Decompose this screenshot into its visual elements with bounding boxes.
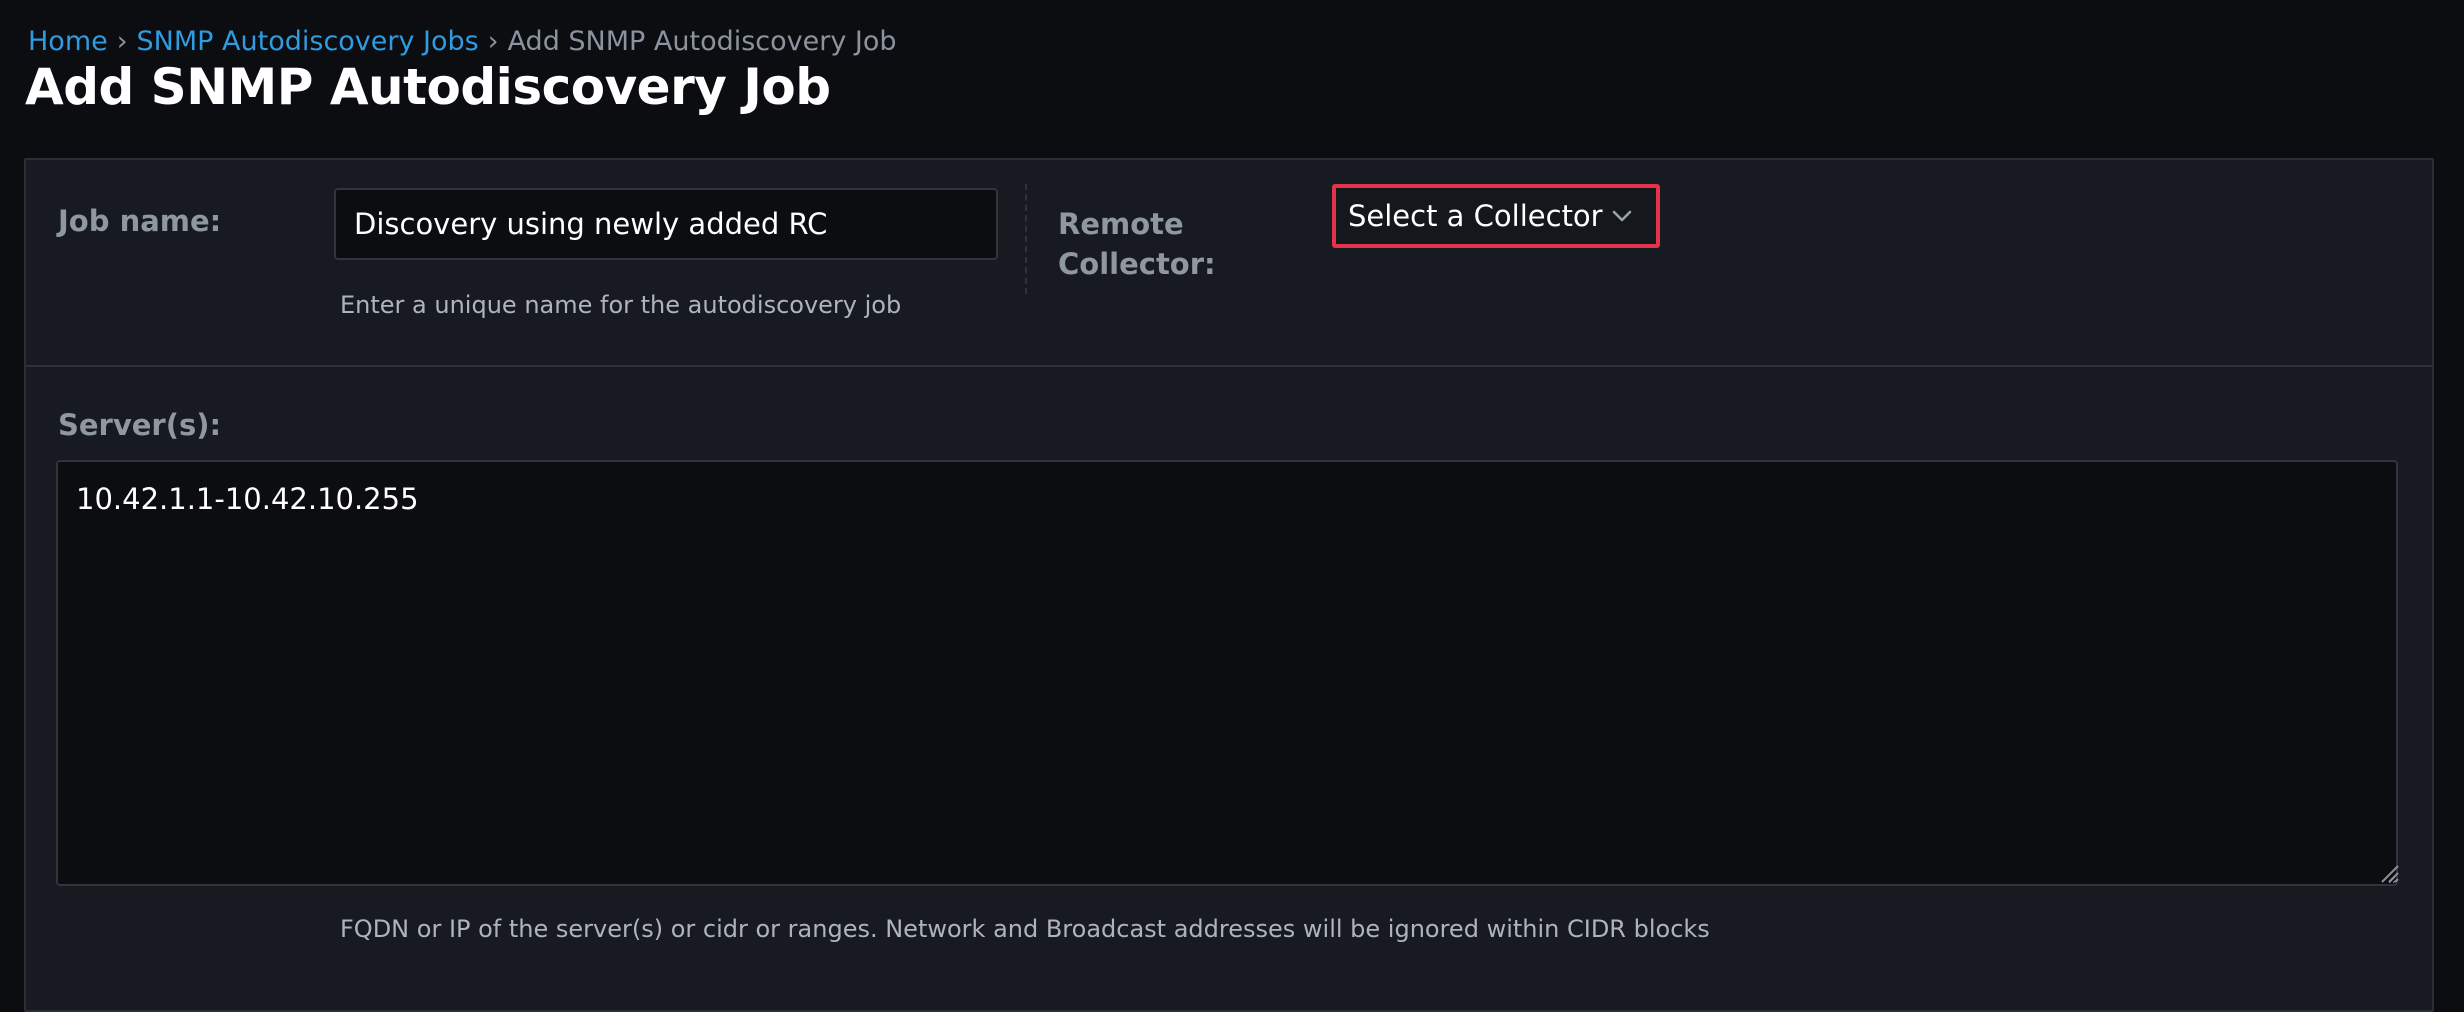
job-name-label: Job name: xyxy=(58,204,222,238)
remote-collector-label: Remote Collector: xyxy=(1058,207,1216,281)
servers-label: Server(s): xyxy=(58,408,222,442)
job-name-help: Enter a unique name for the autodiscover… xyxy=(340,291,902,319)
servers-textarea[interactable]: 10.42.1.1-10.42.10.255 xyxy=(56,460,2398,886)
breadcrumb: Home › SNMP Autodiscovery Jobs › Add SNMP Au… xyxy=(28,26,897,57)
resize-grip-icon[interactable] xyxy=(2378,862,2400,884)
breadcrumb-separator: › xyxy=(116,26,128,57)
remote-collector-value: Select a Collector xyxy=(1348,199,1603,233)
form-panel: Job name: Enter a unique name for the au… xyxy=(24,158,2434,1012)
column-divider xyxy=(1025,184,1027,294)
breadcrumb-jobs-link[interactable]: SNMP Autodiscovery Jobs xyxy=(137,26,479,57)
breadcrumb-separator: › xyxy=(487,26,499,57)
row-divider xyxy=(26,365,2432,367)
breadcrumb-current: Add SNMP Autodiscovery Job xyxy=(507,26,897,57)
breadcrumb-home-link[interactable]: Home xyxy=(28,26,108,57)
chevron-down-icon xyxy=(1612,210,1632,222)
job-name-input[interactable] xyxy=(334,188,998,260)
servers-help: FQDN or IP of the server(s) or cidr or r… xyxy=(340,915,1710,943)
page-title: Add SNMP Autodiscovery Job xyxy=(25,58,831,116)
remote-collector-select[interactable]: Select a Collector xyxy=(1332,184,1660,248)
